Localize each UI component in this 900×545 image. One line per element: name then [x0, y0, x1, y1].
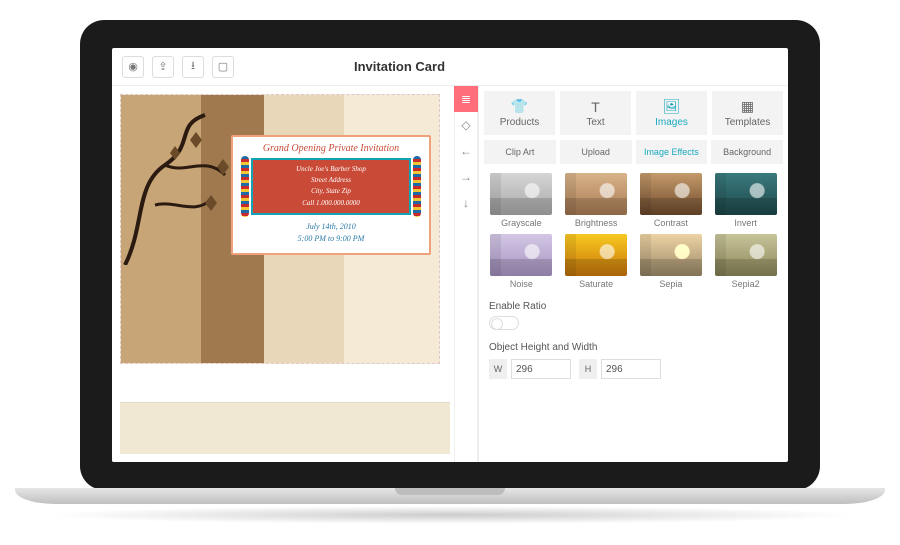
tool-rail: ≣ ◇ ← → ↓ [454, 86, 478, 462]
download-icon: ⭳ [191, 57, 195, 76]
redo-icon: → [460, 170, 472, 184]
scroll-spindle-right [413, 156, 421, 217]
effect-thumb [715, 173, 777, 215]
subtab-background[interactable]: Background [711, 140, 783, 164]
tab-label: Templates [725, 117, 771, 128]
undo-icon: ← [460, 144, 472, 158]
eye-icon: ◉ [128, 60, 138, 73]
tab-products[interactable]: 👕 Products [484, 91, 555, 135]
laptop-bezel: ◉ ⇪ ⭳ ▢ Invitation Card [80, 20, 820, 490]
effect-sepia2[interactable]: Sepia2 [711, 234, 780, 289]
tab-label: Products [500, 117, 539, 128]
eraser-button[interactable]: ◇ [454, 112, 478, 138]
subtab-upload[interactable]: Upload [560, 140, 632, 164]
ratio-toggle[interactable] [489, 316, 519, 330]
card-footer: July 14th, 2010 5:00 PM to 9:00 PM [241, 221, 421, 245]
view-button[interactable]: ◉ [122, 56, 144, 78]
arrow-down-icon: ↓ [463, 196, 469, 210]
height-field: H [579, 359, 661, 379]
document-title: Invitation Card [234, 59, 778, 74]
scroll-spindle-left [241, 156, 249, 217]
effect-brightness[interactable]: Brightness [562, 173, 631, 228]
subtab-image-effects[interactable]: Image Effects [636, 140, 708, 164]
image-icon: 🖼 [663, 98, 681, 115]
layers-button[interactable]: ≣ [454, 86, 478, 112]
main-area: Grand Opening Private Invitation Uncle J… [112, 86, 788, 462]
eraser-icon: ◇ [461, 118, 470, 132]
laptop-shadow [40, 506, 860, 524]
canvas-bottom-area [120, 378, 450, 454]
topbar-actions: ◉ ⇪ ⭳ ▢ [122, 56, 234, 78]
effect-thumb [490, 234, 552, 276]
dimensions-section: Object Height and Width W H [479, 336, 788, 385]
effect-invert[interactable]: Invert [711, 173, 780, 228]
effect-grayscale[interactable]: Grayscale [487, 173, 556, 228]
canvas-area[interactable]: Grand Opening Private Invitation Uncle J… [112, 86, 454, 462]
height-label: H [579, 359, 597, 379]
card-time: 5:00 PM to 9:00 PM [241, 233, 421, 245]
share-button[interactable]: ⇪ [152, 56, 174, 78]
panel-tabs: 👕 Products T Text 🖼 Images ▦ [479, 86, 788, 140]
laptop-mockup: ◉ ⇪ ⭳ ▢ Invitation Card [80, 20, 820, 490]
tshirt-icon: 👕 [511, 98, 528, 115]
card-line4: Call 1.000.000.0000 [259, 198, 403, 209]
topbar: ◉ ⇪ ⭳ ▢ Invitation Card [112, 48, 788, 86]
effect-thumb [565, 234, 627, 276]
effect-thumb [640, 234, 702, 276]
ratio-label: Enable Ratio [489, 301, 778, 312]
subtab-clipart[interactable]: Clip Art [484, 140, 556, 164]
dimensions-label: Object Height and Width [489, 342, 778, 353]
card-date: July 14th, 2010 [241, 221, 421, 233]
card-scroll: Uncle Joe's Barber Shop Street Address C… [251, 158, 411, 215]
effect-thumb [640, 173, 702, 215]
width-label: W [489, 359, 507, 379]
share-icon: ⇪ [158, 60, 167, 73]
tab-label: Images [655, 117, 688, 128]
app-screen: ◉ ⇪ ⭳ ▢ Invitation Card [112, 48, 788, 462]
effect-thumb [715, 234, 777, 276]
design-canvas[interactable]: Grand Opening Private Invitation Uncle J… [120, 94, 440, 364]
card-line2: Street Address [259, 175, 403, 186]
effect-thumb [490, 173, 552, 215]
tab-templates[interactable]: ▦ Templates [712, 91, 783, 135]
card-line3: City, State Zip [259, 186, 403, 197]
effect-thumb [565, 173, 627, 215]
ratio-section: Enable Ratio [479, 295, 788, 336]
move-down-button[interactable]: ↓ [454, 190, 478, 216]
save-button[interactable]: ▢ [212, 56, 234, 78]
laptop-notch [395, 488, 505, 495]
layers-icon: ≣ [461, 92, 471, 106]
height-input[interactable] [601, 359, 661, 379]
effect-sepia[interactable]: Sepia [637, 234, 706, 289]
redo-button[interactable]: → [454, 164, 478, 190]
undo-button[interactable]: ← [454, 138, 478, 164]
effects-grid: Grayscale Brightness Contrast Invert Noi… [479, 169, 788, 295]
tab-label: Text [586, 117, 604, 128]
template-icon: ▦ [741, 98, 754, 115]
text-icon: T [591, 99, 600, 115]
invitation-card[interactable]: Grand Opening Private Invitation Uncle J… [231, 135, 431, 255]
width-input[interactable] [511, 359, 571, 379]
effect-contrast[interactable]: Contrast [637, 173, 706, 228]
tab-text[interactable]: T Text [560, 91, 631, 135]
effect-saturate[interactable]: Saturate [562, 234, 631, 289]
card-line1: Uncle Joe's Barber Shop [259, 164, 403, 175]
card-heading: Grand Opening Private Invitation [241, 143, 421, 154]
download-button[interactable]: ⭳ [182, 56, 204, 78]
right-panel: 👕 Products T Text 🖼 Images ▦ [478, 86, 788, 462]
panel-subtabs: Clip Art Upload Image Effects Background [479, 140, 788, 169]
tab-images[interactable]: 🖼 Images [636, 91, 707, 135]
effect-noise[interactable]: Noise [487, 234, 556, 289]
width-field: W [489, 359, 571, 379]
save-icon: ▢ [218, 60, 228, 73]
